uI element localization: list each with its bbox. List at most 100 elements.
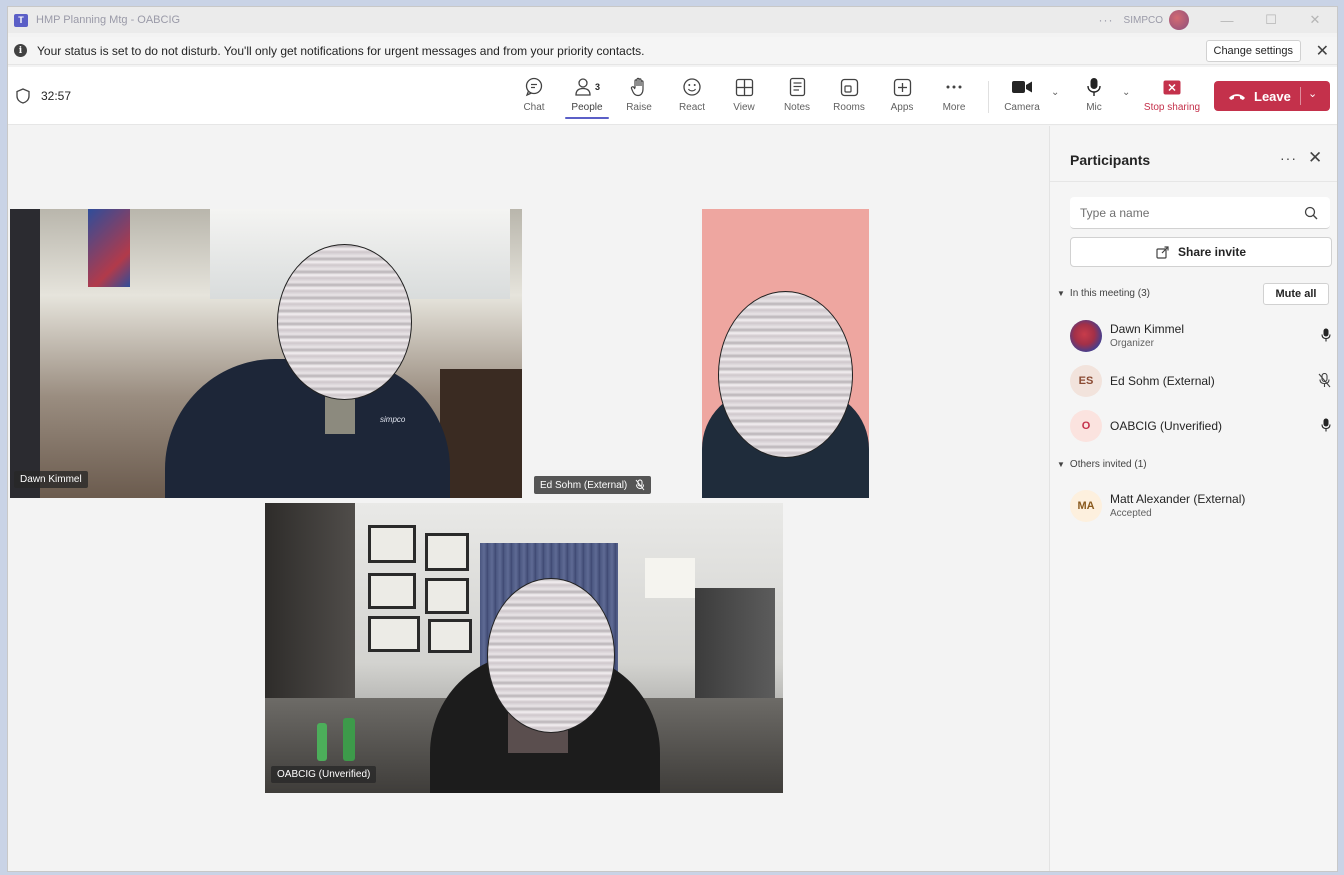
bg-flag bbox=[88, 209, 130, 287]
teams-window: T HMP Planning Mtg - OABCIG ··· SIMPCO —… bbox=[7, 6, 1338, 872]
panel-close-icon[interactable]: ✕ bbox=[1308, 148, 1322, 168]
view-label: View bbox=[733, 102, 755, 113]
mute-all-button[interactable]: Mute all bbox=[1263, 283, 1329, 305]
notification-text: Your status is set to do not disturb. Yo… bbox=[37, 43, 645, 58]
close-window-button[interactable]: ✕ bbox=[1293, 7, 1337, 33]
tile-name: OABCIG (Unverified) bbox=[277, 769, 371, 780]
blurred-face bbox=[718, 291, 853, 458]
camera-button[interactable]: Camera bbox=[996, 76, 1048, 120]
rooms-icon bbox=[840, 78, 858, 96]
others-invited-label: Others invited (1) bbox=[1069, 459, 1147, 470]
notes-label: Notes bbox=[783, 102, 811, 113]
share-icon bbox=[1156, 245, 1169, 259]
info-icon: i bbox=[14, 44, 27, 57]
bg-frame bbox=[368, 573, 416, 609]
bg-frame bbox=[368, 525, 416, 563]
notes-button[interactable]: Notes bbox=[771, 76, 823, 120]
tile-name-tag: Dawn Kimmel bbox=[14, 471, 88, 488]
hand-icon bbox=[630, 77, 644, 97]
user-avatar[interactable] bbox=[1169, 10, 1189, 30]
mic-icon bbox=[1321, 418, 1331, 432]
stop-sharing-button[interactable]: Stop sharing bbox=[1141, 76, 1203, 120]
bg-frame bbox=[425, 578, 469, 614]
chat-button[interactable]: Chat bbox=[508, 76, 560, 120]
in-meeting-label: In this meeting (3) bbox=[1069, 288, 1150, 299]
react-button[interactable]: React bbox=[666, 76, 718, 120]
tile-name: Dawn Kimmel bbox=[20, 474, 82, 485]
caret-down-icon: ▼ bbox=[1057, 289, 1065, 298]
leave-divider bbox=[1300, 87, 1301, 105]
blurred-face bbox=[277, 244, 412, 400]
tile-name-tag: OABCIG (Unverified) bbox=[271, 766, 377, 783]
bg-frame bbox=[425, 533, 469, 571]
maximize-button[interactable]: ☐ bbox=[1249, 7, 1293, 33]
react-label: React bbox=[678, 102, 706, 113]
teams-logo-icon: T bbox=[14, 13, 28, 27]
apps-label: Apps bbox=[890, 102, 914, 113]
tile-name-tag-ed-sohm: Ed Sohm (External) bbox=[534, 476, 652, 494]
leave-options-chevron-icon[interactable]: ⌄ bbox=[1308, 87, 1317, 100]
close-notification-icon[interactable]: ✕ bbox=[1316, 41, 1329, 61]
stop-share-icon bbox=[1163, 80, 1181, 94]
title-bar: T HMP Planning Mtg - OABCIG ··· SIMPCO —… bbox=[8, 7, 1337, 33]
participant-row[interactable]: ES Ed Sohm (External) bbox=[1070, 361, 1335, 401]
search-input[interactable] bbox=[1080, 205, 1290, 220]
raise-hand-button[interactable]: Raise bbox=[613, 76, 665, 120]
change-settings-button[interactable]: Change settings bbox=[1205, 40, 1301, 62]
apps-button[interactable]: Apps bbox=[876, 76, 928, 120]
bg-door bbox=[10, 209, 40, 498]
avatar: ES bbox=[1070, 365, 1102, 397]
hang-up-icon bbox=[1229, 93, 1245, 100]
title-more-icon[interactable]: ··· bbox=[1099, 13, 1114, 27]
video-tile-ed-sohm[interactable] bbox=[702, 209, 869, 498]
smile-icon bbox=[683, 78, 701, 96]
more-label: More bbox=[942, 102, 966, 113]
camera-icon bbox=[1012, 81, 1032, 93]
others-invited-section-toggle[interactable]: ▼ Others invited (1) bbox=[1057, 459, 1147, 470]
rooms-button[interactable]: Rooms bbox=[823, 76, 875, 120]
dnd-notification-bar: i Your status is set to do not disturb. … bbox=[8, 37, 1337, 65]
share-invite-button[interactable]: Share invite bbox=[1070, 237, 1332, 267]
participant-search bbox=[1070, 197, 1330, 229]
mic-button[interactable]: Mic bbox=[1068, 76, 1120, 120]
participant-name: Matt Alexander (External) bbox=[1110, 492, 1246, 506]
stop-sharing-label: Stop sharing bbox=[1143, 102, 1201, 113]
people-button[interactable]: 3 People bbox=[561, 76, 613, 120]
video-tile-dawn-kimmel[interactable]: simpco Dawn Kimmel bbox=[10, 209, 522, 498]
participant-row[interactable]: Dawn Kimmel Organizer bbox=[1070, 316, 1335, 356]
camera-options-chevron-icon[interactable]: ⌄ bbox=[1051, 87, 1059, 98]
bg-map bbox=[645, 558, 695, 598]
blurred-face bbox=[487, 578, 615, 733]
people-label: People bbox=[571, 102, 603, 113]
avatar bbox=[1070, 320, 1102, 352]
shield-icon bbox=[16, 88, 30, 104]
rooms-label: Rooms bbox=[833, 102, 865, 113]
participant-row[interactable]: O OABCIG (Unverified) bbox=[1070, 406, 1335, 446]
chat-icon bbox=[525, 77, 543, 97]
tile-name: Ed Sohm (External) bbox=[540, 479, 628, 491]
invited-row[interactable]: MA Matt Alexander (External) Accepted bbox=[1070, 486, 1335, 526]
notes-icon bbox=[789, 77, 805, 97]
bg-frame bbox=[428, 619, 472, 653]
video-tile-oabcig[interactable]: OABCIG (Unverified) bbox=[265, 503, 783, 793]
active-tab-indicator bbox=[565, 117, 609, 119]
in-meeting-section-toggle[interactable]: ▼ In this meeting (3) bbox=[1057, 288, 1150, 299]
leave-button[interactable]: Leave ⌄ bbox=[1214, 81, 1330, 111]
caret-down-icon: ▼ bbox=[1057, 460, 1065, 469]
bg-bottle bbox=[317, 723, 327, 761]
window-title: HMP Planning Mtg - OABCIG bbox=[36, 14, 181, 26]
view-button[interactable]: View bbox=[718, 76, 770, 120]
panel-title: Participants bbox=[1070, 152, 1151, 168]
panel-divider bbox=[1050, 181, 1337, 182]
chat-label: Chat bbox=[523, 102, 545, 113]
mic-label: Mic bbox=[1086, 102, 1102, 113]
people-count: 3 bbox=[594, 82, 600, 92]
more-button[interactable]: More bbox=[928, 76, 980, 120]
bg-shelf bbox=[440, 369, 522, 498]
share-invite-label: Share invite bbox=[1177, 245, 1247, 259]
panel-more-icon[interactable]: ··· bbox=[1280, 150, 1297, 166]
minimize-button[interactable]: — bbox=[1205, 7, 1249, 33]
search-icon[interactable] bbox=[1304, 206, 1318, 220]
org-name: SIMPCO bbox=[1123, 14, 1163, 26]
mic-options-chevron-icon[interactable]: ⌄ bbox=[1122, 87, 1130, 98]
